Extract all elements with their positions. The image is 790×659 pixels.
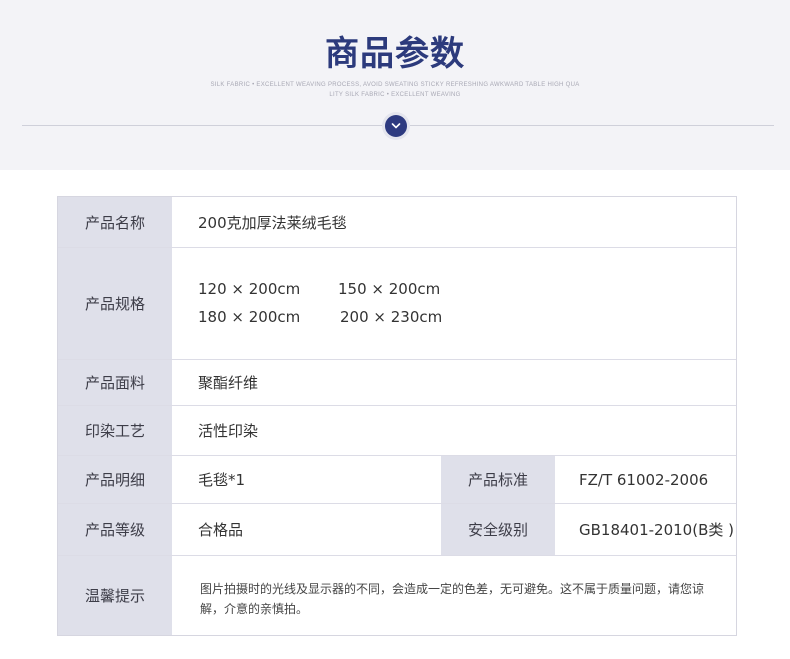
value-printing-process: 活性印染 [198,422,259,440]
label-product-spec: 产品规格 [58,248,172,359]
row-printing-process: 印染工艺 活性印染 [58,405,736,455]
value-safety-level: GB18401-2010(B类 ) [579,521,734,539]
value-notice: 图片拍摄时的光线及显示器的不同，会造成一定的色差，无可避免。这不属于质量问题，请… [200,582,705,616]
label-product-name: 产品名称 [58,197,172,247]
chevron-down-icon [385,115,407,137]
spec-size-item: 180 × 200cm [198,308,301,326]
value-product-grade: 合格品 [198,521,244,539]
label-product-grade: 产品等级 [58,504,172,555]
spec-size-item: 120 × 200cm [198,280,301,298]
row-product-material: 产品面料 聚酯纤维 [58,359,736,405]
section-subtitle-line1: SILK FABRIC • EXCELLENT WEAVING PROCESS,… [210,82,580,88]
value-product-standard: FZ/T 61002-2006 [579,470,709,489]
row-notice: 温馨提示 图片拍摄时的光线及显示器的不同，会造成一定的色差，无可避免。这不属于质… [58,555,736,635]
value-product-detail: 毛毯*1 [198,471,246,489]
row-product-spec: 产品规格 120 × 200cm 150 × 200cm 180 × 200cm… [58,247,736,359]
label-notice: 温馨提示 [58,556,172,635]
product-params-table: 产品名称 200克加厚法莱绒毛毯 产品规格 120 × 200cm 150 × … [57,196,737,636]
spec-size-item: 150 × 200cm [338,280,441,298]
section-subtitle-line2: LITY SILK FABRIC • EXCELLENT WEAVING [329,92,461,98]
label-product-standard: 产品标准 [441,456,555,503]
label-printing-process: 印染工艺 [58,406,172,455]
row-product-grade: 产品等级 合格品 安全级别 GB18401-2010(B类 ) [58,503,736,555]
spec-sizes: 120 × 200cm 150 × 200cm 180 × 200cm 200 … [198,248,736,359]
row-product-detail: 产品明细 毛毯*1 产品标准 FZ/T 61002-2006 [58,455,736,503]
label-product-detail: 产品明细 [58,456,172,503]
section-title: 商品参数 [325,34,465,74]
spec-size-item: 200 × 230cm [340,308,443,326]
row-product-name: 产品名称 200克加厚法莱绒毛毯 [58,197,736,247]
label-product-material: 产品面料 [58,360,172,405]
value-product-material: 聚酯纤维 [198,374,259,392]
value-product-name: 200克加厚法莱绒毛毯 [198,213,347,232]
label-safety-level: 安全级别 [441,504,555,555]
header-banner: 商品参数 SILK FABRIC • EXCELLENT WEAVING PRO… [0,0,790,170]
